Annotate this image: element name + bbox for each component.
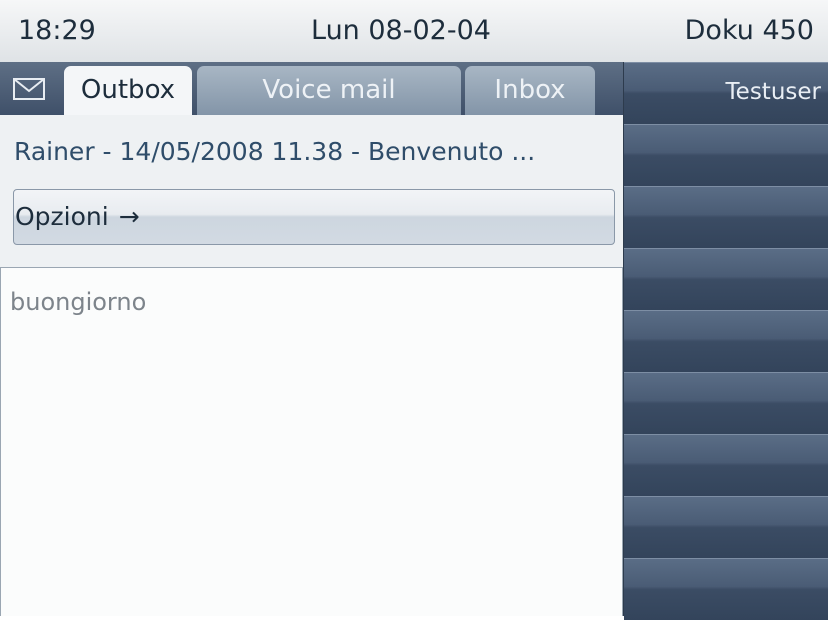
options-button-label: Opzioni [15,202,109,231]
sidebar-slot[interactable] [624,310,828,372]
tab-outbox[interactable]: Outbox [64,66,192,115]
sidebar-slot[interactable] [624,496,828,558]
message-header: Rainer - 14/05/2008 11.38 - Benvenuto ..… [14,137,536,166]
sidebar-slot-user[interactable]: Testuser [624,62,828,124]
sidebar-slot[interactable] [624,186,828,248]
mail-icon [13,78,45,100]
tab-inbox[interactable]: Inbox [465,66,595,115]
sidebar-slot[interactable] [624,434,828,496]
sidebar-slot[interactable] [624,372,828,434]
status-time: 18:29 [18,15,96,46]
tab-strip: Outbox Voice mail Inbox [0,62,623,115]
message-pane: Outbox Voice mail Inbox Rainer - 14/05/2… [0,62,623,616]
message-text: buongiorno [10,288,147,316]
sidebar-slot[interactable] [624,124,828,186]
sidebar-slot[interactable] [624,248,828,310]
message-body[interactable]: buongiorno [0,267,623,616]
sidebar-slot[interactable] [624,558,828,620]
sidebar-user-label: Testuser [725,79,821,105]
status-device-name: Doku 450 [684,15,814,46]
status-date: Lun 08-02-04 [311,15,491,46]
arrow-right-icon: → [118,202,140,231]
options-button[interactable]: Opzioni → [13,189,615,245]
status-bar: 18:29 Lun 08-02-04 Doku 450 [0,0,828,63]
tab-voice-mail[interactable]: Voice mail [197,66,461,115]
softkey-sidebar: Testuser [623,62,828,620]
